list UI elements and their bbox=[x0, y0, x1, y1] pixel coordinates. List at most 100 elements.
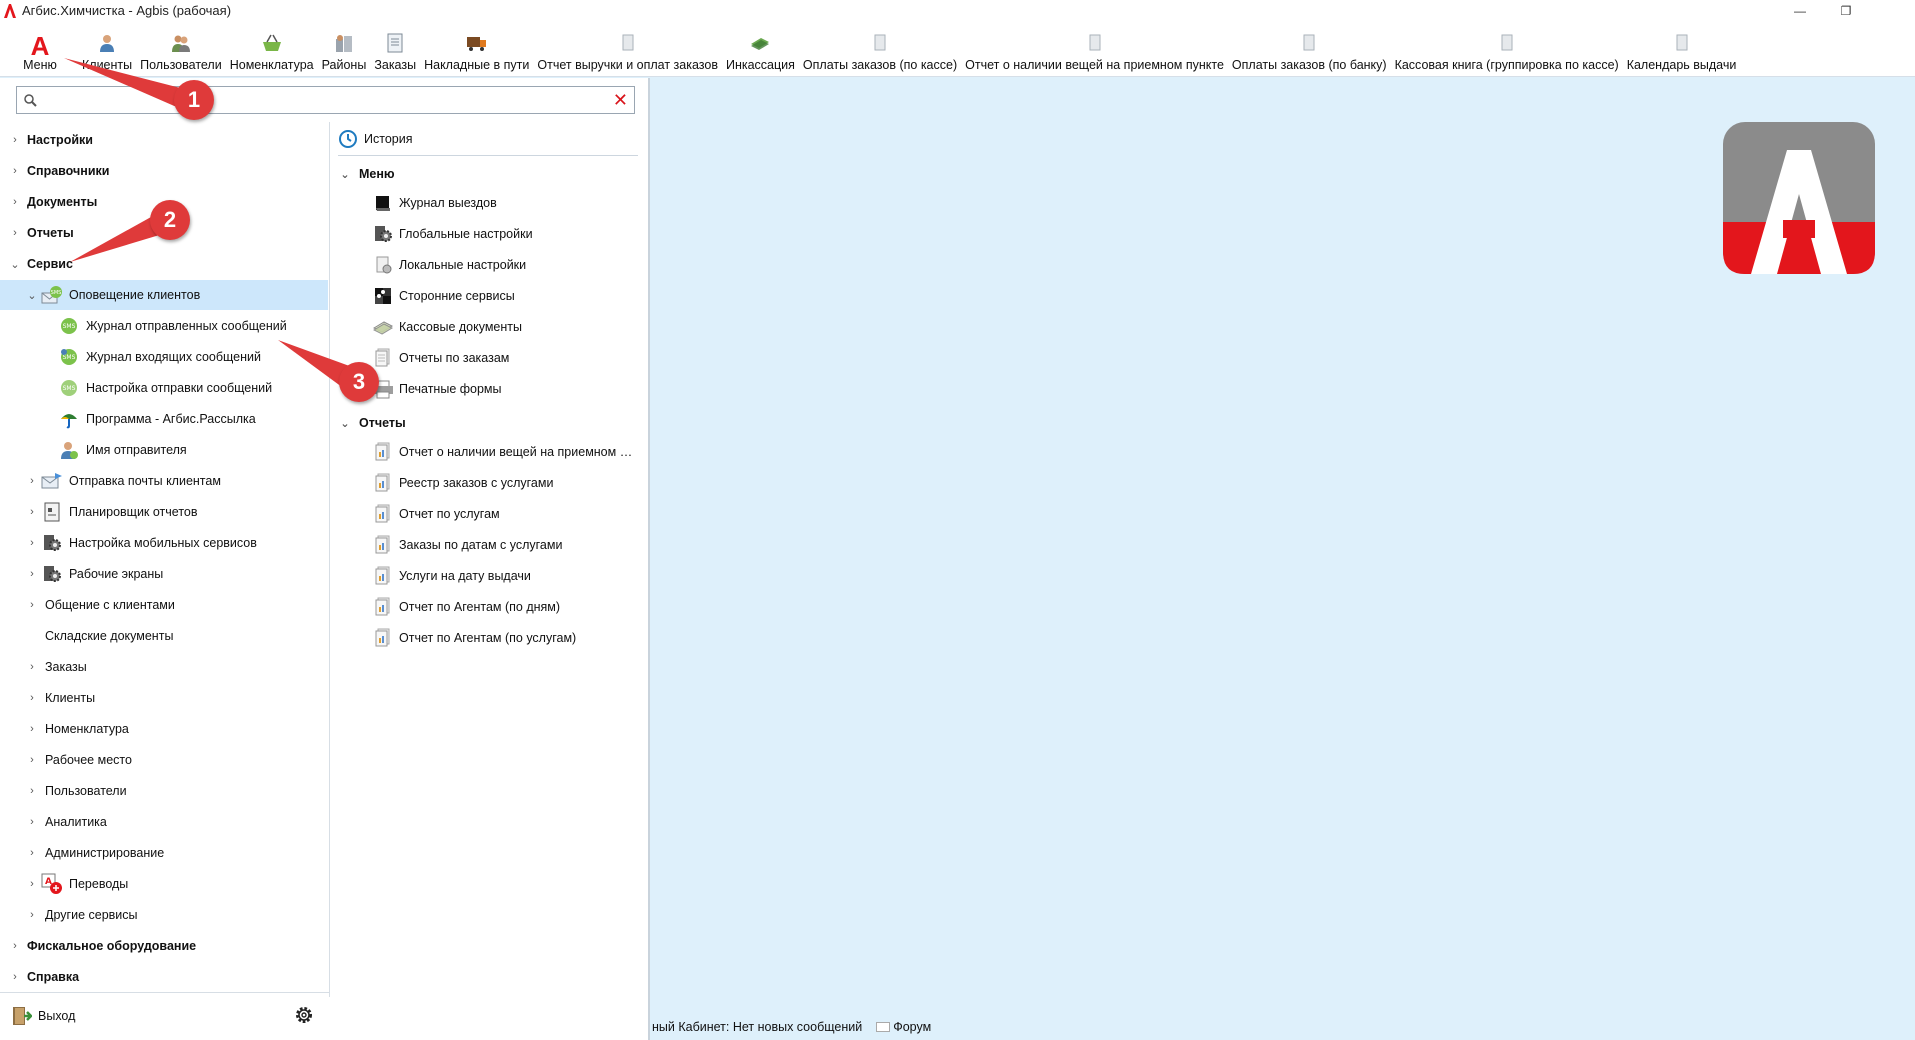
toolbar-orders-button[interactable]: Заказы bbox=[370, 22, 420, 76]
toolbar-collection-button[interactable]: Инкассация bbox=[722, 22, 799, 76]
chevron-down-icon[interactable]: ⌄ bbox=[340, 417, 350, 430]
sms-icon: SMS bbox=[58, 346, 80, 368]
minimize-button[interactable]: — bbox=[1777, 0, 1823, 21]
nav-item-other-services[interactable]: › Другие сервисы bbox=[0, 900, 328, 930]
title-bar: Агбис.Химчистка - Agbis (рабочая) — ❐ bbox=[0, 0, 1915, 21]
report-item-agents-by-services[interactable]: Отчет по Агентам (по услугам) bbox=[372, 624, 648, 652]
search-box[interactable]: ✕ bbox=[16, 86, 635, 114]
nav-item-clients[interactable]: › Клиенты bbox=[0, 683, 328, 713]
chevron-right-icon[interactable]: › bbox=[27, 599, 37, 611]
nav-item-mobile-services[interactable]: › Настройка мобильных сервисов bbox=[0, 528, 328, 558]
nav-item-administration[interactable]: › Администрирование bbox=[0, 838, 328, 868]
chevron-down-icon[interactable]: ⌄ bbox=[10, 258, 20, 271]
menu-item-third-party-services[interactable]: Сторонние сервисы bbox=[372, 282, 648, 310]
menu-item-print-forms[interactable]: Печатные формы bbox=[372, 375, 648, 403]
nav-item-service[interactable]: ⌄ Сервис bbox=[0, 249, 328, 279]
report-item-agents-by-days[interactable]: Отчет по Агентам (по дням) bbox=[372, 593, 648, 621]
chevron-right-icon[interactable]: › bbox=[27, 692, 37, 704]
chevron-right-icon[interactable]: › bbox=[27, 475, 37, 487]
close-button[interactable] bbox=[1869, 0, 1915, 21]
nav-item-users[interactable]: › Пользователи bbox=[0, 776, 328, 806]
nav-item-settings[interactable]: › Настройки bbox=[0, 125, 328, 155]
chevron-right-icon[interactable]: › bbox=[27, 506, 37, 518]
settings-button[interactable] bbox=[294, 1005, 314, 1028]
nav-item-incoming-messages-log[interactable]: SMS Журнал входящих сообщений bbox=[0, 342, 328, 372]
nav-item-analytics[interactable]: › Аналитика bbox=[0, 807, 328, 837]
chevron-right-icon[interactable]: › bbox=[10, 134, 20, 146]
chevron-right-icon[interactable]: › bbox=[10, 196, 20, 208]
toolbar-issue-calendar-button[interactable]: Календарь выдачи bbox=[1623, 22, 1741, 76]
toolbar-users-button[interactable]: Пользователи bbox=[136, 22, 226, 76]
report-item-services[interactable]: Отчет по услугам bbox=[372, 500, 648, 528]
menu-button[interactable]: A Меню bbox=[18, 22, 62, 76]
settings-icon bbox=[372, 223, 394, 245]
menu-item-trips-log[interactable]: Журнал выездов bbox=[372, 189, 648, 217]
nav-item-work-screens[interactable]: › Рабочие экраны bbox=[0, 559, 328, 589]
chevron-right-icon[interactable]: › bbox=[27, 847, 37, 859]
chevron-right-icon[interactable]: › bbox=[10, 940, 20, 952]
report-item-services-on-issue-date[interactable]: Услуги на дату выдачи bbox=[372, 562, 648, 590]
nav-item-workplace[interactable]: › Рабочее место bbox=[0, 745, 328, 775]
menu-item-local-settings[interactable]: Локальные настройки bbox=[372, 251, 648, 279]
menu-item-label: Локальные настройки bbox=[399, 258, 527, 272]
nav-item-client-mail[interactable]: › Отправка почты клиентам bbox=[0, 466, 328, 496]
chevron-down-icon[interactable]: ⌄ bbox=[340, 168, 350, 181]
nav-item-nomenclature[interactable]: › Номенклатура bbox=[0, 714, 328, 744]
chevron-right-icon[interactable]: › bbox=[10, 165, 20, 177]
chevron-down-icon[interactable]: ⌄ bbox=[27, 289, 37, 302]
menu-item-cash-documents[interactable]: Кассовые документы bbox=[372, 313, 648, 341]
nav-item-orders[interactable]: › Заказы bbox=[0, 652, 328, 682]
toolbar-payments-cash-button[interactable]: Оплаты заказов (по кассе) bbox=[799, 22, 961, 76]
toolbar-clients-button[interactable]: Клиенты bbox=[78, 22, 136, 76]
report-item-items-availability[interactable]: Отчет о наличии вещей на приемном пункте bbox=[372, 438, 648, 466]
toolbar-cash-book-button[interactable]: Кассовая книга (группировка по кассе) bbox=[1391, 22, 1623, 76]
chevron-right-icon[interactable]: › bbox=[27, 568, 37, 580]
nav-item-help[interactable]: › Справка bbox=[0, 962, 328, 992]
chevron-right-icon[interactable]: › bbox=[27, 723, 37, 735]
exit-button[interactable]: Выход bbox=[10, 1005, 75, 1027]
nav-item-sender-name[interactable]: Имя отправителя bbox=[0, 435, 328, 465]
chevron-right-icon[interactable]: › bbox=[10, 971, 20, 983]
annotation-callout-3: 3 bbox=[339, 362, 379, 402]
clear-search-icon[interactable]: ✕ bbox=[613, 90, 628, 110]
nav-item-warehouse-documents[interactable]: Складские документы bbox=[0, 621, 328, 651]
nav-item-mailing-program[interactable]: Программа - Агбис.Рассылка bbox=[0, 404, 328, 434]
toolbar-nomenclature-button[interactable]: Номенклатура bbox=[226, 22, 318, 76]
nav-item-translations[interactable]: › A Переводы bbox=[0, 869, 328, 899]
menu-section-header[interactable]: ⌄ Меню bbox=[340, 162, 394, 186]
chevron-right-icon[interactable]: › bbox=[27, 661, 37, 673]
search-input[interactable] bbox=[43, 90, 603, 110]
chevron-right-icon[interactable]: › bbox=[27, 537, 37, 549]
chevron-right-icon[interactable]: › bbox=[27, 878, 37, 890]
report-item-orders-registry[interactable]: Реестр заказов с услугами bbox=[372, 469, 648, 497]
reports-section-header[interactable]: ⌄ Отчеты bbox=[340, 411, 405, 435]
nav-item-report-scheduler[interactable]: › Планировщик отчетов bbox=[0, 497, 328, 527]
toolbar-item-label: Календарь выдачи bbox=[1626, 58, 1737, 72]
toolbar-payments-bank-button[interactable]: Оплаты заказов (по банку) bbox=[1228, 22, 1391, 76]
report-item-orders-by-dates[interactable]: Заказы по датам с услугами bbox=[372, 531, 648, 559]
toolbar-waybills-button[interactable]: Накладные в пути bbox=[420, 22, 533, 76]
restore-button[interactable]: ❐ bbox=[1823, 0, 1869, 21]
history-label: История bbox=[364, 131, 413, 146]
chevron-right-icon[interactable]: › bbox=[27, 816, 37, 828]
cabinet-status[interactable]: ный Кабинет: Нет новых сообщений bbox=[652, 1020, 862, 1034]
chevron-right-icon[interactable]: › bbox=[27, 909, 37, 921]
toolbar-items-availability-button[interactable]: Отчет о наличии вещей на приемном пункте bbox=[961, 22, 1228, 76]
chevron-right-icon[interactable]: › bbox=[27, 754, 37, 766]
nav-item-client-notification[interactable]: ⌄ SMS Оповещение клиентов bbox=[0, 280, 328, 310]
nav-item-references[interactable]: › Справочники bbox=[0, 156, 328, 186]
nav-item-label: Настройки bbox=[27, 133, 93, 147]
menu-item-order-reports[interactable]: Отчеты по заказам bbox=[372, 344, 648, 372]
nav-item-client-communication[interactable]: › Общение с клиентами bbox=[0, 590, 328, 620]
toolbar-revenue-report-button[interactable]: Отчет выручки и оплат заказов bbox=[533, 22, 722, 76]
nav-item-fiscal-equipment[interactable]: › Фискальное оборудование bbox=[0, 931, 328, 961]
forum-link[interactable]: Форум bbox=[876, 1020, 931, 1034]
history-button[interactable]: История bbox=[338, 122, 638, 156]
menu-item-global-settings[interactable]: Глобальные настройки bbox=[372, 220, 648, 248]
chevron-right-icon[interactable]: › bbox=[10, 227, 20, 239]
nav-item-sending-settings[interactable]: SMS Настройка отправки сообщений bbox=[0, 373, 328, 403]
chevron-right-icon[interactable]: › bbox=[27, 785, 37, 797]
nav-item-sent-messages-log[interactable]: SMS Журнал отправленных сообщений bbox=[0, 311, 328, 341]
toolbar-districts-button[interactable]: Районы bbox=[318, 22, 371, 76]
nav-item-label: Журнал отправленных сообщений bbox=[86, 319, 287, 333]
